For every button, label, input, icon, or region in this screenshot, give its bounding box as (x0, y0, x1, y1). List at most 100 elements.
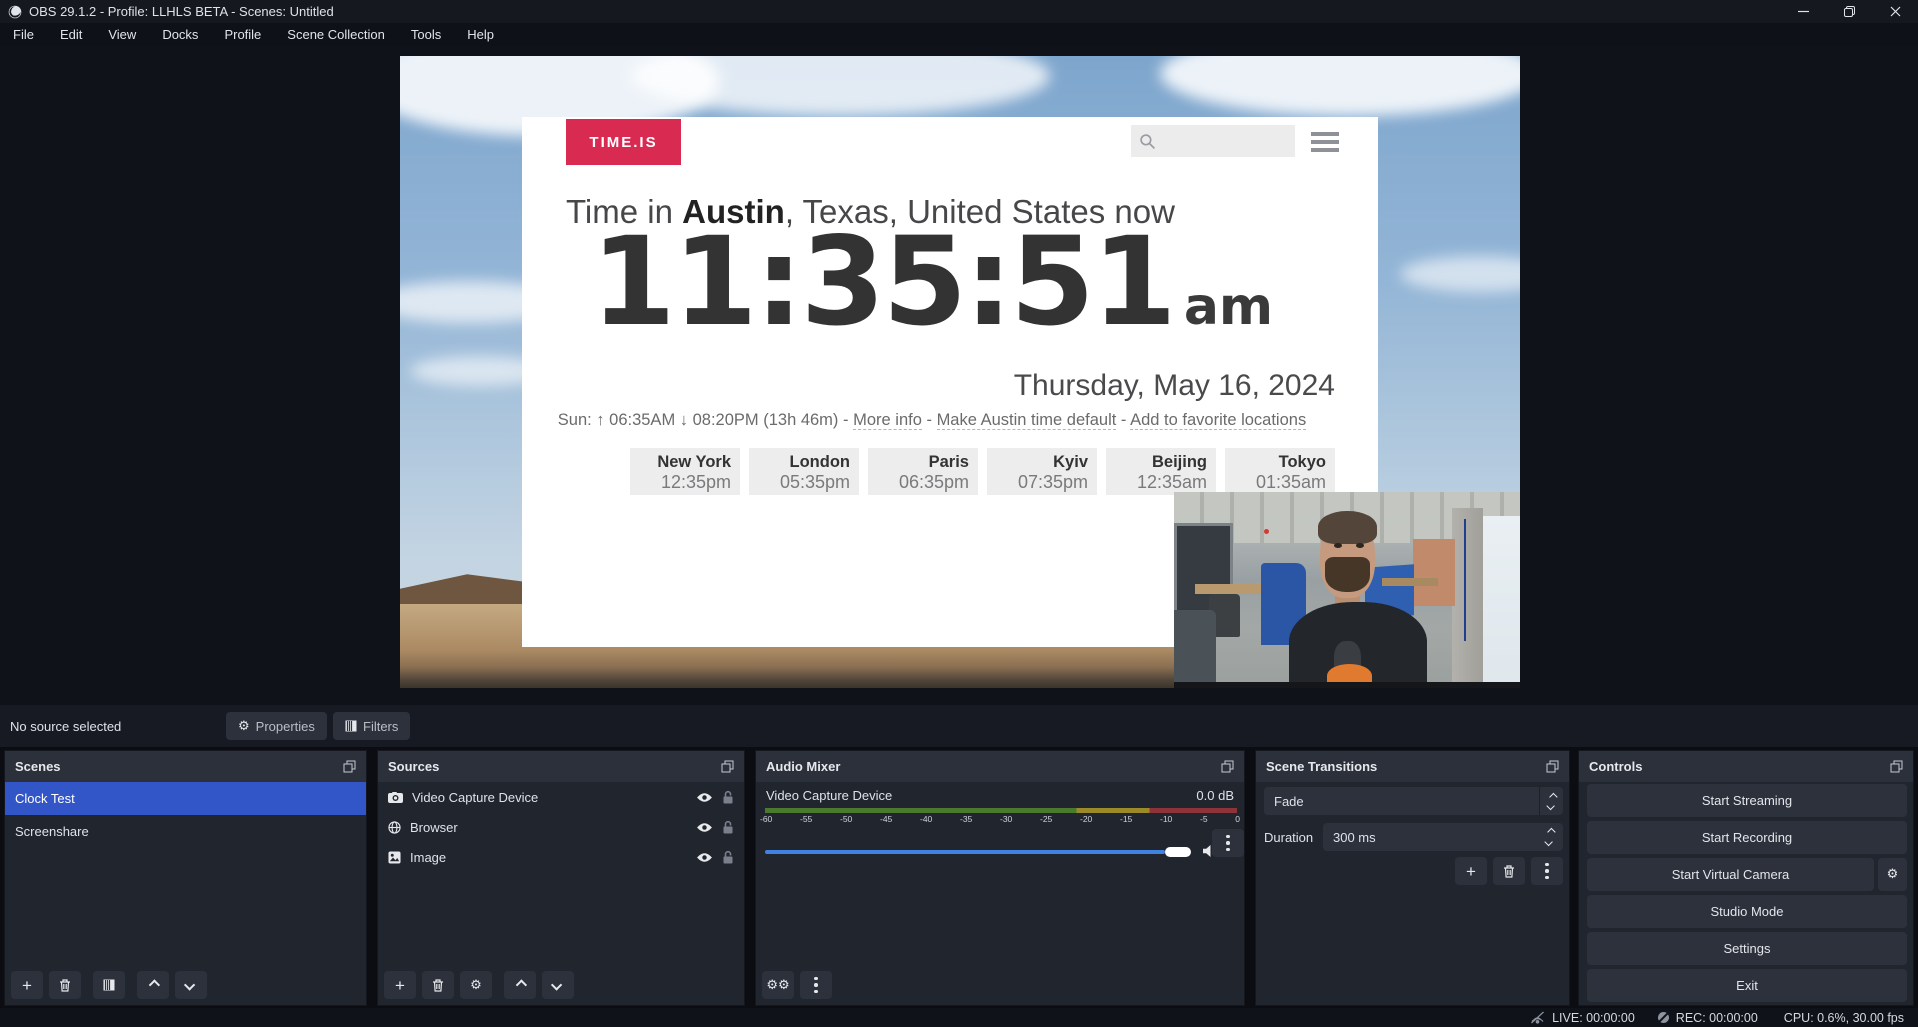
clock-digits: 11:35:51 (591, 211, 1174, 353)
sources-title: Sources (388, 759, 439, 774)
cloud (1160, 56, 1520, 116)
exit-button[interactable]: Exit (1587, 969, 1907, 1002)
lock-icon[interactable] (722, 790, 734, 804)
restore-button[interactable] (1826, 0, 1872, 23)
menu-scene-collection[interactable]: Scene Collection (274, 23, 398, 46)
add-scene-button[interactable]: + (11, 971, 43, 999)
minimize-button[interactable] (1780, 0, 1826, 23)
volume-slider-handle[interactable] (1165, 847, 1191, 857)
menu-edit[interactable]: Edit (47, 23, 95, 46)
transition-options-button[interactable] (1531, 857, 1563, 885)
menu-file[interactable]: File (0, 23, 47, 46)
audio-mixer-panel: Audio Mixer Video Capture Device 0.0 dB … (755, 750, 1245, 1006)
clock-ampm: am (1184, 277, 1273, 337)
timeis-search-input[interactable] (1131, 125, 1295, 157)
hamburger-menu-icon[interactable] (1311, 132, 1339, 152)
more-info-link[interactable]: More info (853, 411, 922, 430)
transition-select[interactable]: Fade (1264, 787, 1563, 815)
make-default-link[interactable]: Make Austin time default (937, 411, 1117, 430)
transition-select-spinner[interactable] (1539, 787, 1563, 815)
cpu-fps-status: CPU: 0.6%, 30.00 fps (1784, 1011, 1904, 1025)
move-scene-up-button[interactable] (137, 971, 169, 999)
duration-spinner[interactable] (1541, 829, 1563, 845)
virtual-camera-settings-button[interactable]: ⚙ (1878, 858, 1907, 891)
popout-icon[interactable] (1890, 760, 1903, 773)
menu-docks[interactable]: Docks (149, 23, 211, 46)
city-paris[interactable]: Paris06:35pm (868, 448, 978, 495)
popout-icon[interactable] (721, 760, 734, 773)
timeis-logo[interactable]: TIME.IS (566, 119, 681, 165)
controls-panel: Controls Start Streaming Start Recording… (1578, 750, 1914, 1006)
volume-slider[interactable] (765, 837, 1237, 867)
move-source-up-button[interactable] (504, 971, 536, 999)
source-properties-button[interactable]: ⚙ (460, 971, 492, 999)
advanced-audio-button[interactable]: ⚙⚙ (762, 971, 794, 999)
properties-button[interactable]: ⚙ Properties (226, 712, 327, 740)
source-row-image[interactable]: Image (378, 842, 744, 872)
search-icon (1139, 133, 1156, 150)
menu-view[interactable]: View (95, 23, 149, 46)
lock-icon[interactable] (722, 820, 734, 834)
scene-item-clock-test[interactable]: Clock Test (5, 782, 366, 815)
controls-title: Controls (1589, 759, 1642, 774)
scenes-panel: Scenes Clock Test Screenshare + (4, 750, 367, 1006)
window-title: OBS 29.1.2 - Profile: LLHLS BETA - Scene… (29, 4, 334, 19)
titlebar: OBS 29.1.2 - Profile: LLHLS BETA - Scene… (0, 0, 1918, 23)
city-beijing[interactable]: Beijing12:35am (1106, 448, 1216, 495)
studio-mode-button[interactable]: Studio Mode (1587, 895, 1907, 928)
chevron-down-icon (551, 979, 562, 990)
scenes-title: Scenes (15, 759, 61, 774)
statusbar: LIVE: 00:00:00 REC: 00:00:00 CPU: 0.6%, … (0, 1008, 1918, 1027)
popout-icon[interactable] (1221, 760, 1234, 773)
duration-spinbox[interactable]: 300 ms (1323, 823, 1563, 851)
source-row-video-capture[interactable]: Video Capture Device (378, 782, 744, 812)
menu-profile[interactable]: Profile (211, 23, 274, 46)
mixer-menu-button[interactable] (800, 971, 832, 999)
lock-icon[interactable] (722, 850, 734, 864)
filters-button[interactable]: Filters (333, 712, 410, 740)
globe-icon (388, 821, 401, 834)
remove-transition-button[interactable] (1493, 857, 1525, 885)
add-source-button[interactable]: + (384, 971, 416, 999)
move-source-down-button[interactable] (542, 971, 574, 999)
add-favorite-link[interactable]: Add to favorite locations (1130, 411, 1306, 430)
timeis-sun-line: Sun: ↑ 06:35AM ↓ 08:20PM (13h 46m) - Mor… (522, 411, 1342, 430)
webcam-overlay[interactable] (1174, 492, 1520, 688)
volume-slider-track[interactable] (765, 850, 1165, 854)
popout-icon[interactable] (1546, 760, 1559, 773)
program-canvas[interactable]: TIME.IS Time in Austin, Texas, United St… (400, 56, 1520, 688)
start-virtual-camera-button[interactable]: Start Virtual Camera (1587, 858, 1874, 891)
scene-filters-button[interactable] (93, 971, 125, 999)
city-tokyo[interactable]: Tokyo01:35am (1225, 448, 1335, 495)
gear-icon: ⚙ (470, 979, 482, 992)
sources-panel: Sources Video Capture Device Browser Ima… (377, 750, 745, 1006)
menu-help[interactable]: Help (454, 23, 507, 46)
source-row-browser[interactable]: Browser (378, 812, 744, 842)
start-recording-button[interactable]: Start Recording (1587, 821, 1907, 854)
record-inactive-icon (1657, 1011, 1670, 1024)
remove-source-button[interactable] (422, 971, 454, 999)
trash-icon (432, 979, 444, 992)
start-streaming-button[interactable]: Start Streaming (1587, 784, 1907, 817)
image-icon (388, 851, 401, 864)
gear-icon: ⚙ (1887, 868, 1899, 881)
city-london[interactable]: London05:35pm (749, 448, 859, 495)
add-transition-button[interactable]: + (1455, 857, 1487, 885)
move-scene-down-button[interactable] (175, 971, 207, 999)
timeis-clock: 11:35:51am (522, 221, 1342, 343)
city-kyiv[interactable]: Kyiv07:35pm (987, 448, 1097, 495)
mixer-options-button[interactable] (1212, 829, 1244, 857)
close-button[interactable] (1872, 0, 1918, 23)
popout-icon[interactable] (343, 760, 356, 773)
eye-icon[interactable] (696, 852, 713, 863)
settings-button[interactable]: Settings (1587, 932, 1907, 965)
chevron-up-icon (149, 979, 160, 990)
eye-icon[interactable] (696, 792, 713, 803)
dock-row: Scenes Clock Test Screenshare + Sources … (0, 747, 1918, 1008)
city-new-york[interactable]: New York12:35pm (630, 448, 740, 495)
scene-item-screenshare[interactable]: Screenshare (5, 815, 366, 848)
menubar: File Edit View Docks Profile Scene Colle… (0, 23, 1918, 46)
eye-icon[interactable] (696, 822, 713, 833)
menu-tools[interactable]: Tools (398, 23, 454, 46)
remove-scene-button[interactable] (49, 971, 81, 999)
